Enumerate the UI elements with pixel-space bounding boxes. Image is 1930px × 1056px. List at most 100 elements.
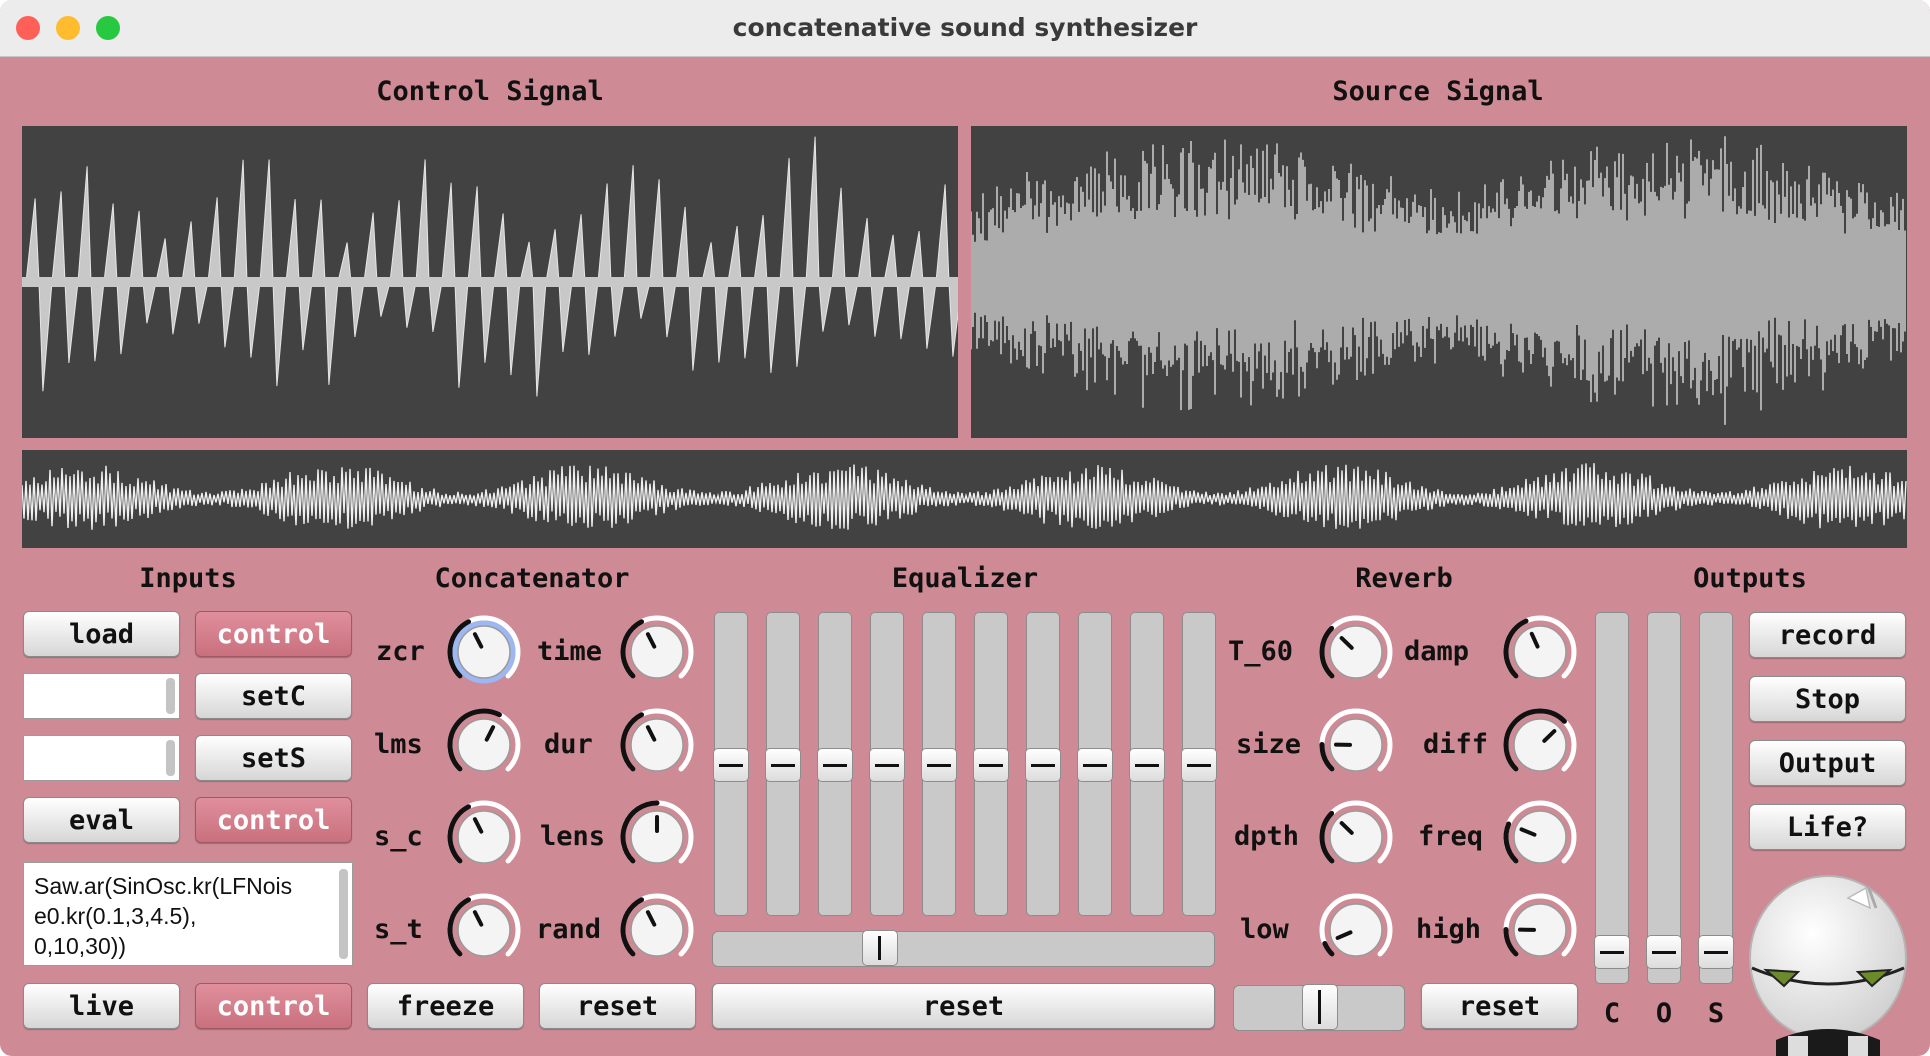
s_t-knob[interactable]: [444, 890, 524, 970]
level-meter[interactable]: [1594, 612, 1630, 984]
knob-label-dur: dur: [544, 729, 593, 760]
meter-thumb[interactable]: [1698, 935, 1734, 970]
T_60-knob[interactable]: [1316, 612, 1396, 692]
title-bar: concatenative sound synthesizer: [0, 0, 1930, 57]
eq-band-slider[interactable]: [817, 612, 853, 916]
meter-label-c: C: [1603, 998, 1621, 1029]
eq-band-slider[interactable]: [765, 612, 801, 916]
reverb-reset-button[interactable]: reset: [1421, 983, 1578, 1029]
damp-knob[interactable]: [1500, 612, 1580, 692]
output-button[interactable]: Output: [1749, 740, 1906, 786]
equalizer-title: Equalizer: [891, 563, 1039, 594]
source-signal-title: Source Signal: [1332, 76, 1544, 107]
knob-label-freq: freq: [1418, 821, 1484, 852]
control-toggle-load[interactable]: control: [195, 611, 352, 657]
control-toggle-eval[interactable]: control: [195, 797, 352, 843]
concatenator-reset-button[interactable]: reset: [539, 983, 696, 1029]
record-button[interactable]: record: [1749, 612, 1906, 658]
low-knob[interactable]: [1316, 890, 1396, 970]
freq-knob[interactable]: [1500, 797, 1580, 877]
eq-band-slider[interactable]: [713, 612, 749, 916]
eq-band-slider[interactable]: [1129, 612, 1165, 916]
slider-thumb[interactable]: [1302, 984, 1338, 1030]
knob-label-high: high: [1416, 914, 1482, 945]
knob-label-lms: lms: [374, 729, 423, 760]
equalizer-reset-button[interactable]: reset: [712, 983, 1215, 1029]
control-signal-scope[interactable]: [22, 126, 958, 438]
control-toggle-live[interactable]: control: [195, 983, 352, 1029]
eq-band-slider[interactable]: [869, 612, 905, 916]
eq-band-slider[interactable]: [1181, 612, 1217, 916]
eq-band-slider[interactable]: [1025, 612, 1061, 916]
reverb-title: Reverb: [1355, 563, 1453, 594]
knob-label-size: size: [1236, 729, 1302, 760]
size-knob[interactable]: [1316, 705, 1396, 785]
zcr-knob[interactable]: [444, 612, 524, 692]
source-signal-waveform: [971, 136, 1906, 425]
output-signal-scope[interactable]: [22, 450, 1907, 548]
freeze-button[interactable]: freeze: [367, 983, 524, 1029]
slider-thumb[interactable]: [1025, 748, 1061, 782]
load-button[interactable]: load: [23, 611, 180, 657]
knob-label-s_c: s_c: [374, 821, 423, 852]
slider-thumb[interactable]: [713, 748, 749, 782]
slider-thumb[interactable]: [973, 748, 1009, 782]
meter-label-o: O: [1655, 998, 1673, 1029]
source-file-field[interactable]: [23, 735, 180, 781]
lms-knob[interactable]: [444, 705, 524, 785]
eq-band-slider[interactable]: [1077, 612, 1113, 916]
setS-button[interactable]: setS: [195, 735, 352, 781]
slider-thumb[interactable]: [862, 930, 899, 966]
scrollbar[interactable]: [166, 740, 175, 776]
eq-band-slider[interactable]: [921, 612, 957, 916]
diff-knob[interactable]: [1500, 705, 1580, 785]
live-button[interactable]: live: [23, 983, 180, 1029]
level-meter[interactable]: [1646, 612, 1682, 984]
slider-thumb[interactable]: [765, 748, 801, 782]
slider-thumb[interactable]: [921, 748, 957, 782]
knob-label-low: low: [1240, 914, 1289, 945]
setC-button[interactable]: setC: [195, 673, 352, 719]
meter-thumb[interactable]: [1594, 935, 1630, 970]
meter-thumb[interactable]: [1646, 935, 1682, 970]
code-editor[interactable]: Saw.ar(SinOsc.kr(LFNois e0.kr(0.1,3,4.5)…: [23, 862, 353, 966]
control-file-field[interactable]: [23, 673, 180, 719]
reverb-mix-slider[interactable]: [1233, 984, 1405, 1031]
scrollbar[interactable]: [339, 869, 348, 959]
knob-label-diff: diff: [1423, 729, 1489, 760]
level-meter[interactable]: [1698, 612, 1734, 984]
knob-label-rand: rand: [536, 914, 602, 945]
lens-knob[interactable]: [617, 797, 697, 877]
knob-label-lens: lens: [540, 821, 606, 852]
high-knob[interactable]: [1500, 890, 1580, 970]
dur-knob[interactable]: [617, 705, 697, 785]
stop-button[interactable]: Stop: [1749, 676, 1906, 722]
knob-label-time: time: [537, 636, 603, 667]
rand-knob[interactable]: [617, 890, 697, 970]
inputs-title: Inputs: [139, 563, 237, 594]
knob-label-s_t: s_t: [374, 914, 423, 945]
code-text: Saw.ar(SinOsc.kr(LFNois e0.kr(0.1,3,4.5)…: [34, 873, 293, 959]
control-signal-waveform: [22, 136, 958, 397]
outputs-title: Outputs: [1693, 563, 1807, 594]
knob-label-zcr: zcr: [376, 636, 425, 667]
equalizer-balance-slider[interactable]: [712, 930, 1215, 967]
slider-thumb[interactable]: [1129, 748, 1165, 782]
source-signal-scope[interactable]: [971, 126, 1907, 438]
dpth-knob[interactable]: [1316, 797, 1396, 877]
time-knob[interactable]: [617, 612, 697, 692]
eq-band-slider[interactable]: [973, 612, 1009, 916]
robot-mascot-icon: [1749, 875, 1907, 1056]
s_c-knob[interactable]: [444, 797, 524, 877]
knob-label-damp: damp: [1404, 636, 1470, 667]
slider-thumb[interactable]: [1181, 748, 1217, 782]
app-window: concatenative sound synthesizer Control …: [0, 0, 1930, 1056]
life-button[interactable]: Life?: [1749, 804, 1906, 850]
knob-label-dpth: dpth: [1234, 821, 1300, 852]
slider-thumb[interactable]: [817, 748, 853, 782]
eval-button[interactable]: eval: [23, 797, 180, 843]
slider-thumb[interactable]: [869, 748, 905, 782]
scrollbar[interactable]: [166, 678, 175, 714]
slider-thumb[interactable]: [1077, 748, 1113, 782]
control-signal-title: Control Signal: [376, 76, 604, 107]
